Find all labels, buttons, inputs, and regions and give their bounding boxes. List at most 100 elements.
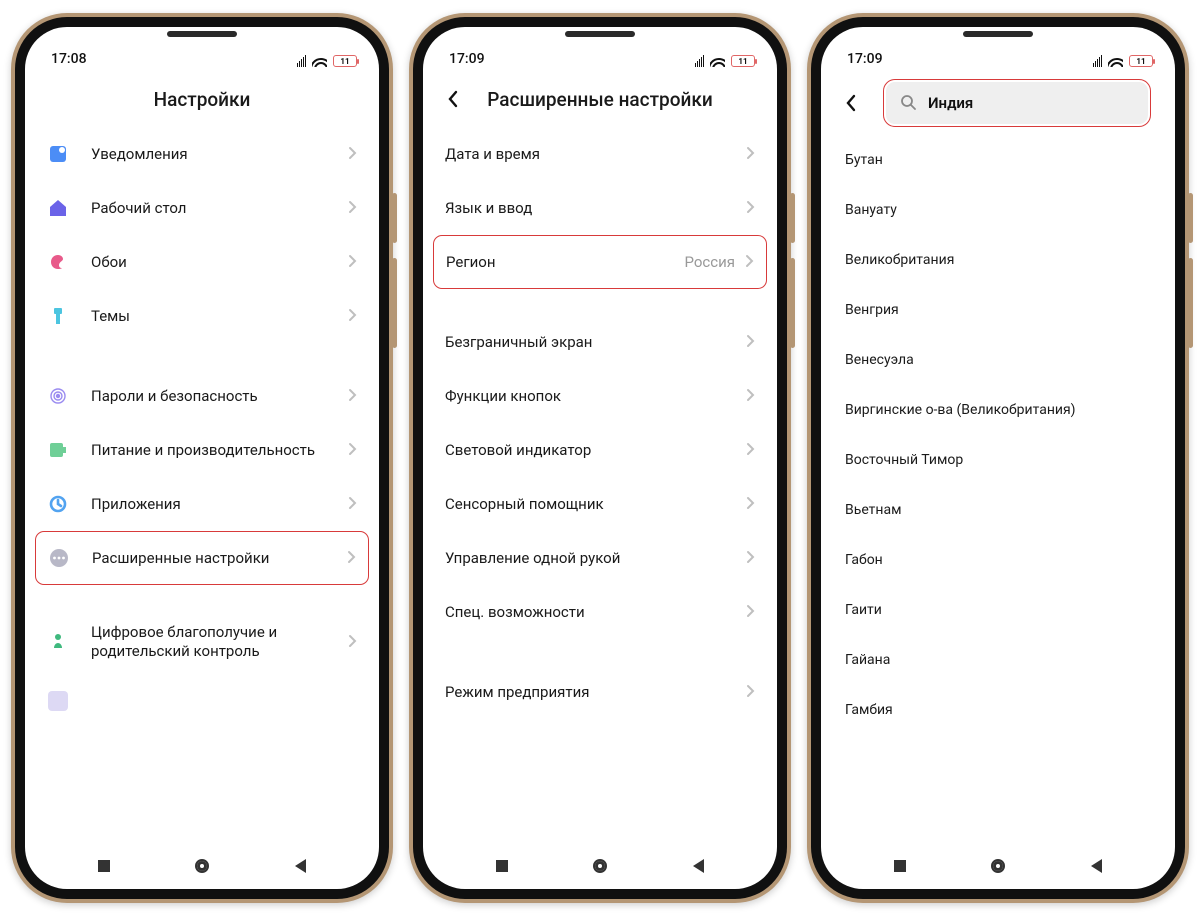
screen-header: Индия — [821, 71, 1175, 135]
region-item[interactable]: Восточный Тимор — [821, 435, 1175, 485]
power-button — [392, 258, 397, 348]
volume-button — [1188, 193, 1193, 243]
region-item[interactable]: Гайана — [821, 635, 1175, 685]
volume-button — [790, 193, 795, 243]
region-label: Габон — [845, 552, 883, 568]
settings-row[interactable]: Обои — [25, 235, 379, 289]
settings-row[interactable]: Расширенные настройки — [35, 531, 369, 585]
row-label: Управление одной рукой — [445, 549, 746, 568]
settings-row[interactable]: Язык и ввод — [423, 181, 777, 235]
settings-row[interactable]: Управление одной рукой — [423, 531, 777, 585]
settings-row[interactable]: Световой индикатор — [423, 423, 777, 477]
settings-row[interactable]: Приложения — [25, 477, 379, 531]
row-value: Россия — [684, 253, 735, 271]
region-item[interactable]: Великобритания — [821, 235, 1175, 285]
settings-row-partial[interactable] — [25, 691, 379, 711]
row-label: Приложения — [91, 495, 348, 514]
region-label: Гайана — [845, 652, 890, 668]
chevron-right-icon — [348, 145, 357, 164]
settings-row[interactable]: Питание и производительность — [25, 423, 379, 477]
settings-row[interactable]: Темы — [25, 289, 379, 343]
region-label: Гаити — [845, 602, 882, 618]
home-button[interactable] — [195, 859, 209, 873]
search-field[interactable]: Индия — [883, 79, 1151, 127]
row-label: Регион — [446, 253, 684, 272]
back-button[interactable] — [295, 859, 306, 873]
chevron-right-icon — [746, 199, 755, 218]
back-button[interactable] — [441, 87, 465, 111]
recents-button[interactable] — [894, 860, 906, 872]
row-label: Безграничный экран — [445, 333, 746, 352]
settings-row[interactable]: Сенсорный помощник — [423, 477, 777, 531]
settings-row[interactable]: Режим предприятия — [423, 665, 777, 719]
region-item[interactable]: Венесуэла — [821, 335, 1175, 385]
chevron-right-icon — [746, 145, 755, 164]
chevron-right-icon — [348, 387, 357, 406]
home-button[interactable] — [593, 859, 607, 873]
region-item[interactable]: Вьетнам — [821, 485, 1175, 535]
android-nav-bar — [423, 843, 777, 889]
back-button[interactable] — [693, 859, 704, 873]
settings-row[interactable]: Функции кнопок — [423, 369, 777, 423]
region-item[interactable]: Виргинские о-ва (Великобритания) — [821, 385, 1175, 435]
chevron-right-icon — [347, 549, 356, 568]
back-button[interactable] — [1091, 859, 1102, 873]
chevron-right-icon — [746, 603, 755, 622]
phone-speaker — [565, 31, 635, 37]
row-icon — [47, 251, 69, 273]
settings-row[interactable]: Уведомления — [25, 127, 379, 181]
row-label: Питание и производительность — [91, 441, 348, 460]
chevron-right-icon — [348, 441, 357, 460]
phone-2: 17:09 11 Расширенные настройки Дата и вр… — [409, 13, 791, 903]
settings-list[interactable]: Уведомления Рабочий стол — [25, 127, 379, 843]
chevron-right-icon — [348, 633, 357, 652]
row-icon — [47, 305, 69, 327]
search-query: Индия — [928, 94, 973, 112]
screen-header: Расширенные настройки — [423, 71, 777, 127]
row-label: Рабочий стол — [91, 199, 348, 218]
page-title: Расширенные настройки — [487, 88, 712, 111]
row-label: Сенсорный помощник — [445, 495, 746, 514]
row-icon — [48, 547, 70, 569]
power-button — [790, 258, 795, 348]
android-nav-bar — [25, 843, 379, 889]
chevron-right-icon — [348, 253, 357, 272]
row-label: Дата и время — [445, 145, 746, 164]
region-item[interactable]: Венгрия — [821, 285, 1175, 335]
region-item[interactable]: Гамбия — [821, 685, 1175, 735]
region-list[interactable]: Бутан Вануату Великобритания Венгрия Вен… — [821, 135, 1175, 843]
chevron-right-icon — [745, 253, 754, 272]
settings-row[interactable]: Спец. возможности — [423, 585, 777, 639]
region-item[interactable]: Гаити — [821, 585, 1175, 635]
region-label: Восточный Тимор — [845, 452, 963, 468]
region-label: Гамбия — [845, 702, 893, 718]
chevron-right-icon — [348, 307, 357, 326]
chevron-right-icon — [746, 387, 755, 406]
phone-1: 17:08 11 Настройки Уведомления — [11, 13, 393, 903]
settings-list[interactable]: Дата и время Язык и ввод Регион Россия — [423, 127, 777, 843]
settings-row[interactable]: Регион Россия — [433, 235, 767, 289]
settings-row[interactable]: Цифровое благополучие и родительский кон… — [25, 611, 379, 673]
row-label: Функции кнопок — [445, 387, 746, 406]
recents-button[interactable] — [98, 860, 110, 872]
home-button[interactable] — [991, 859, 1005, 873]
settings-row[interactable]: Дата и время — [423, 127, 777, 181]
settings-row[interactable]: Рабочий стол — [25, 181, 379, 235]
region-item[interactable]: Габон — [821, 535, 1175, 585]
recents-button[interactable] — [496, 860, 508, 872]
back-button[interactable] — [839, 91, 863, 115]
region-item[interactable]: Бутан — [821, 135, 1175, 185]
row-label: Спец. возможности — [445, 603, 746, 622]
page-title: Настройки — [154, 88, 251, 111]
row-label: Цифровое благополучие и родительский кон… — [91, 623, 348, 661]
settings-row[interactable]: Безграничный экран — [423, 315, 777, 369]
region-item[interactable]: Вануату — [821, 185, 1175, 235]
row-icon — [47, 691, 69, 711]
row-label: Режим предприятия — [445, 683, 746, 702]
row-label: Световой индикатор — [445, 441, 746, 460]
row-icon — [47, 197, 69, 219]
settings-row[interactable]: Пароли и безопасность — [25, 369, 379, 423]
chevron-right-icon — [746, 683, 755, 702]
row-label: Уведомления — [91, 145, 348, 164]
signal-icon — [1093, 55, 1102, 67]
